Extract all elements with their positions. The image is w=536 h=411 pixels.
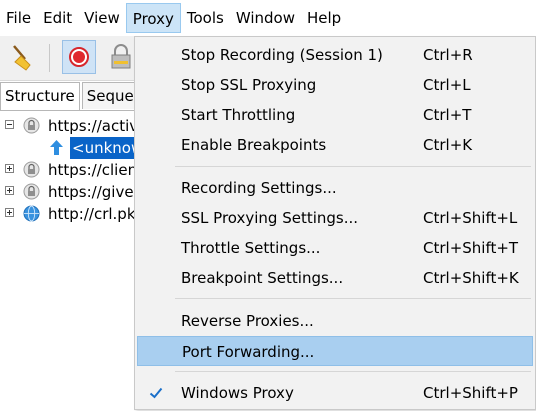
menu-separator bbox=[175, 166, 531, 167]
menu-separator bbox=[175, 371, 531, 372]
globe-icon bbox=[23, 205, 40, 222]
menu-item-throttle-settings[interactable]: Throttle Settings... Ctrl+Shift+T bbox=[137, 233, 533, 263]
menu-item-label: Stop SSL Proxying bbox=[181, 76, 317, 94]
tree-host-label: https://clien bbox=[48, 161, 138, 179]
collapse-icon[interactable] bbox=[5, 120, 14, 129]
menu-edit[interactable]: Edit bbox=[37, 3, 78, 33]
menu-file[interactable]: File bbox=[0, 3, 37, 33]
lock-icon bbox=[23, 183, 40, 200]
menu-item-breakpoint-settings[interactable]: Breakpoint Settings... Ctrl+Shift+K bbox=[137, 263, 533, 293]
tree-row[interactable]: http://crl.pk bbox=[0, 203, 140, 225]
menu-item-stop-ssl-proxying[interactable]: Stop SSL Proxying Ctrl+L bbox=[137, 70, 533, 100]
menu-item-label: Breakpoint Settings... bbox=[181, 269, 344, 287]
menu-item-label: Start Throttling bbox=[181, 106, 296, 124]
view-tabs: Structure Seque bbox=[0, 82, 141, 111]
expand-icon[interactable] bbox=[5, 186, 14, 195]
clear-session-button[interactable] bbox=[6, 40, 40, 74]
menu-item-label: Stop Recording (Session 1) bbox=[181, 46, 383, 64]
menu-item-label: SSL Proxying Settings... bbox=[181, 209, 359, 227]
tree-host-label: https://activ bbox=[48, 117, 139, 135]
menu-tools[interactable]: Tools bbox=[181, 3, 230, 33]
menu-separator bbox=[175, 298, 531, 299]
menu-help[interactable]: Help bbox=[301, 3, 347, 33]
tree-host-label: http://crl.pk bbox=[48, 205, 136, 223]
lock-icon bbox=[23, 161, 40, 178]
toolbar-separator bbox=[49, 44, 50, 72]
menu-item-stop-recording[interactable]: Stop Recording (Session 1) Ctrl+R bbox=[137, 40, 533, 70]
arrow-up-icon bbox=[50, 140, 63, 155]
structure-tree: https://activ <unknow https://clien http… bbox=[0, 110, 146, 411]
menu-item-recording-settings[interactable]: Recording Settings... bbox=[137, 173, 533, 203]
menu-item-label: Enable Breakpoints bbox=[181, 136, 327, 154]
menu-item-port-forwarding[interactable]: Port Forwarding... bbox=[137, 336, 533, 366]
menu-item-start-throttling[interactable]: Start Throttling Ctrl+T bbox=[137, 100, 533, 130]
broom-icon bbox=[13, 45, 31, 71]
menu-item-shortcut: Ctrl+Shift+K bbox=[423, 269, 519, 287]
tree-row[interactable]: https://give bbox=[0, 181, 140, 203]
expand-icon[interactable] bbox=[5, 208, 14, 217]
tab-structure[interactable]: Structure bbox=[0, 82, 80, 111]
menu-item-shortcut: Ctrl+K bbox=[423, 136, 473, 154]
menu-item-reverse-proxies[interactable]: Reverse Proxies... bbox=[137, 306, 533, 336]
menu-item-shortcut: Ctrl+Shift+T bbox=[423, 239, 519, 257]
record-button[interactable] bbox=[62, 40, 96, 74]
tree-host-label: https://give bbox=[48, 183, 134, 201]
menu-item-label: Windows Proxy bbox=[181, 384, 294, 402]
expand-icon[interactable] bbox=[5, 164, 14, 173]
menu-item-shortcut: Ctrl+R bbox=[423, 46, 473, 64]
lock-icon bbox=[111, 44, 131, 69]
menu-view[interactable]: View bbox=[78, 3, 126, 33]
tree-row[interactable]: <unknow bbox=[0, 137, 146, 159]
menu-item-shortcut: Ctrl+Shift+P bbox=[423, 384, 518, 402]
menu-item-enable-breakpoints[interactable]: Enable Breakpoints Ctrl+K bbox=[137, 130, 533, 160]
tree-row[interactable]: https://activ bbox=[0, 115, 140, 137]
menu-item-ssl-proxying-settings[interactable]: SSL Proxying Settings... Ctrl+Shift+L bbox=[137, 203, 533, 233]
menu-item-label: Recording Settings... bbox=[181, 179, 337, 197]
menu-item-windows-proxy[interactable]: Windows Proxy Ctrl+Shift+P bbox=[137, 378, 533, 408]
tab-sequence[interactable]: Seque bbox=[81, 82, 139, 109]
proxy-menu: Stop Recording (Session 1) Ctrl+R Stop S… bbox=[134, 36, 536, 410]
menu-bar: File Edit View Proxy Tools Window Help bbox=[0, 0, 536, 36]
lock-icon bbox=[23, 117, 40, 134]
checkmark-icon bbox=[149, 387, 163, 399]
menu-item-shortcut: Ctrl+L bbox=[423, 76, 471, 94]
record-icon bbox=[69, 47, 89, 67]
tree-row[interactable]: https://clien bbox=[0, 159, 140, 181]
menu-proxy[interactable]: Proxy bbox=[125, 3, 181, 33]
menu-item-shortcut: Ctrl+Shift+L bbox=[423, 209, 518, 227]
menu-item-label: Reverse Proxies... bbox=[181, 312, 314, 330]
menu-item-label: Port Forwarding... bbox=[182, 343, 315, 361]
menu-window[interactable]: Window bbox=[230, 3, 301, 33]
menu-item-label: Throttle Settings... bbox=[181, 239, 321, 257]
ssl-proxying-button[interactable] bbox=[104, 40, 138, 74]
menu-item-shortcut: Ctrl+T bbox=[423, 106, 472, 124]
